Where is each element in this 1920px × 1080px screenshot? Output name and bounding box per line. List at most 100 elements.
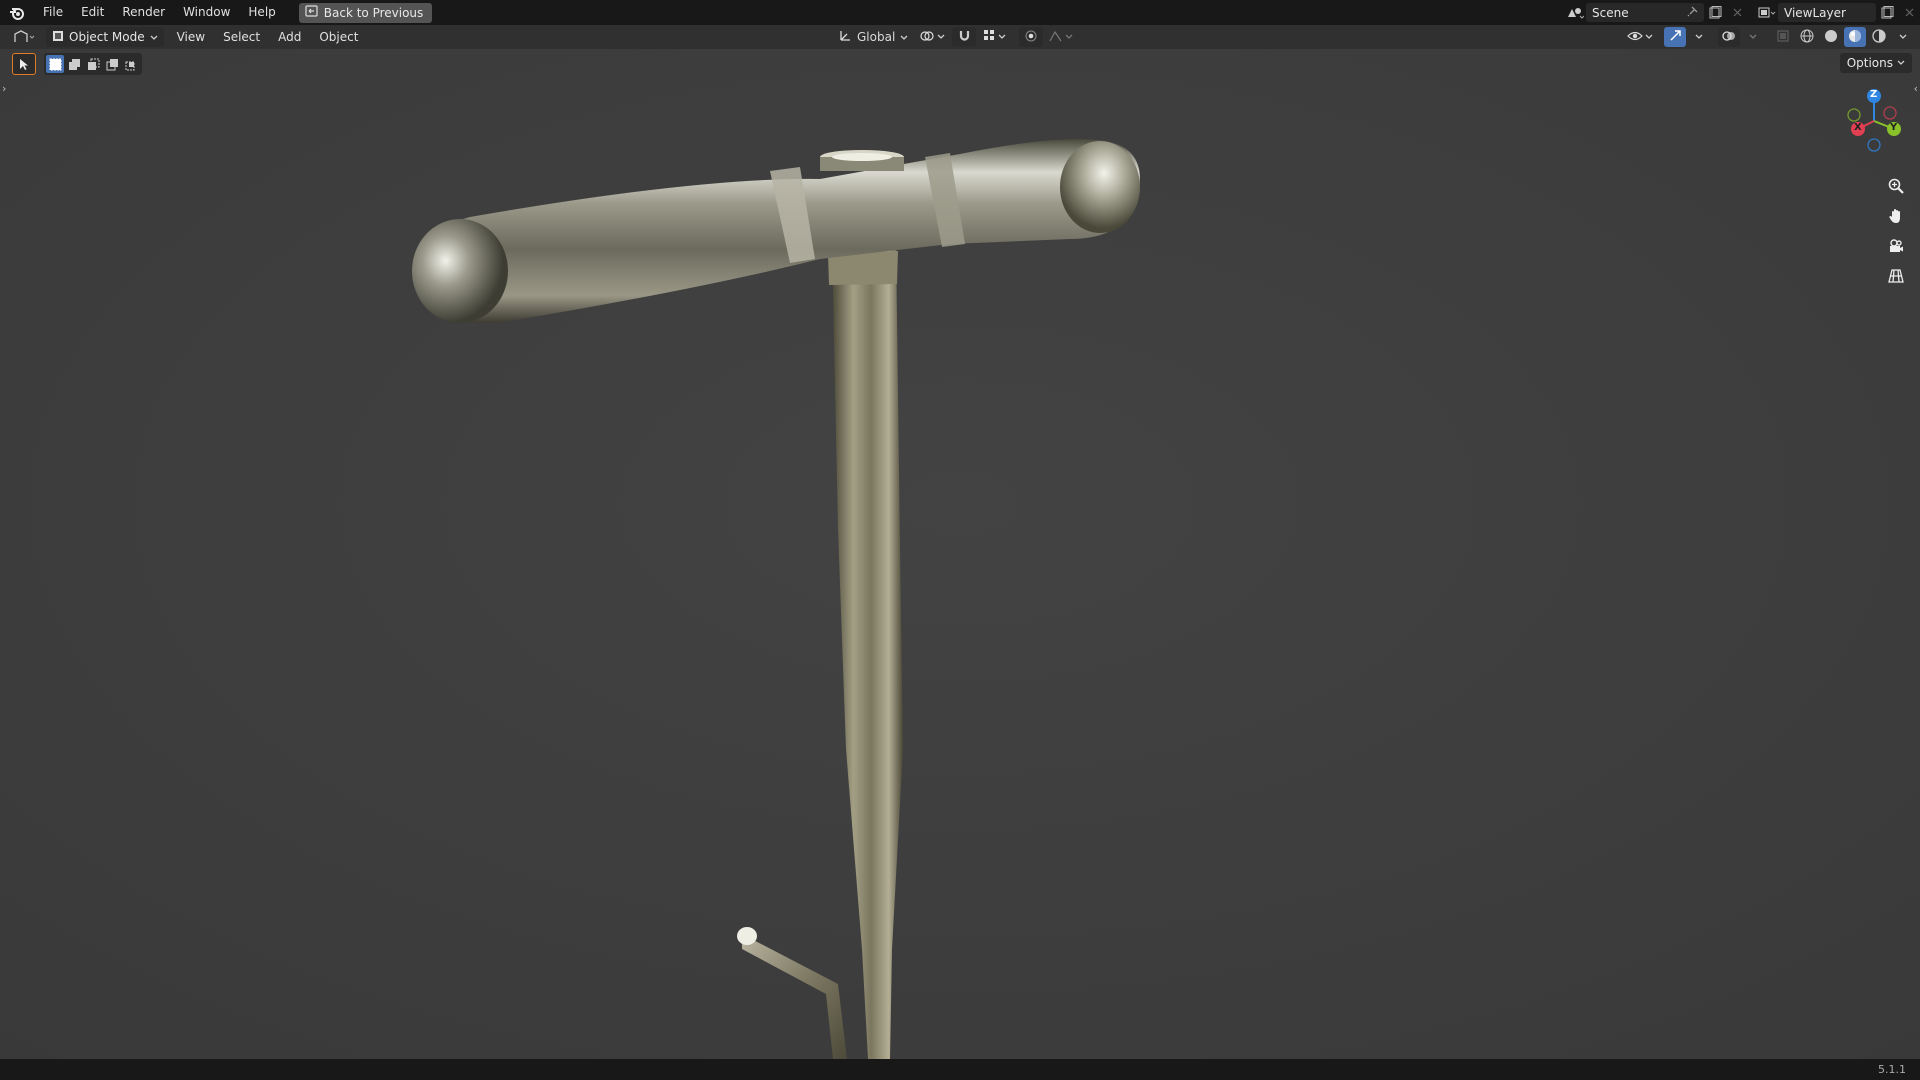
remove-scene-icon[interactable] [1726,3,1748,22]
cursor-arrow-icon [19,55,29,74]
pivot-point-dropdown[interactable] [916,27,948,47]
status-bar: 5.1.1 [0,1059,1920,1080]
pan-button[interactable] [1884,204,1908,228]
select-intersect-icon [125,61,134,70]
toggle-perspective-button[interactable] [1884,264,1908,288]
view-layer-name: ViewLayer [1784,5,1846,20]
snap-grid-icon [983,29,996,45]
wireframe-sphere-icon [1800,29,1814,46]
gizmo-options-dropdown[interactable] [1688,27,1710,47]
xray-icon [1777,30,1789,45]
back-to-previous-label: Back to Previous [323,5,424,20]
orientation-axes-icon [839,29,852,45]
menu-view[interactable]: View [168,30,214,44]
chevron-down-icon [1899,34,1907,39]
selection-mode-group [44,53,142,75]
select-invert-button[interactable] [103,55,121,73]
chevron-down-icon [900,30,908,44]
menu-window[interactable]: Window [174,0,239,25]
tool-settings-row [12,53,142,75]
select-subtract-button[interactable] [84,55,102,73]
viewport-display-tools [1624,25,1914,49]
material-sphere-icon [1848,29,1862,46]
scene-name: Scene [1592,5,1629,20]
menu-edit[interactable]: Edit [72,0,113,25]
select-invert-icon [106,58,118,70]
camera-view-button[interactable] [1884,234,1908,258]
shading-options-dropdown[interactable] [1892,27,1914,47]
editor-type-icon[interactable] [10,27,40,47]
3d-model-render[interactable] [0,49,1920,1059]
new-view-layer-icon[interactable] [1876,3,1898,22]
workspace-selectors: Scene ViewLayer [1564,0,1920,25]
camera-icon [1890,239,1903,252]
scene-name-field[interactable]: Scene [1586,3,1704,22]
menu-add[interactable]: Add [269,30,310,44]
menu-render[interactable]: Render [113,0,174,25]
proportional-editing-button[interactable] [1019,27,1044,47]
pin-icon[interactable] [1687,6,1698,20]
transform-orientation-label: Global [857,30,896,44]
select-new-icon [49,58,61,70]
pivot-icon [919,29,935,46]
menu-select[interactable]: Select [214,30,269,44]
select-tool-button[interactable] [12,53,36,75]
snap-toggle-button[interactable] [952,27,977,47]
shading-material-button[interactable] [1844,27,1866,47]
object-mode-label: Object Mode [69,30,145,44]
chevron-down-icon [1065,34,1073,39]
back-to-previous-button[interactable]: Back to Previous [298,2,433,23]
new-scene-icon[interactable] [1704,3,1726,22]
overlays-icon [1722,29,1736,46]
navigation-gizmo[interactable]: Z Y X [1842,87,1906,163]
select-extend-button[interactable] [65,55,83,73]
menu-help[interactable]: Help [239,0,284,25]
xray-toggle-button[interactable] [1772,27,1794,47]
shading-wireframe-button[interactable] [1796,27,1818,47]
back-icon [305,5,318,20]
3d-viewport[interactable]: Options › ‹ Z Y X [0,49,1920,1059]
scene-type-icon[interactable] [1564,3,1586,22]
sidebar-expand-arrow-icon[interactable]: ‹ [1914,82,1918,95]
menu-object[interactable]: Object [310,30,367,44]
chevron-down-icon [150,30,158,44]
remove-view-layer-icon[interactable] [1898,3,1920,22]
shading-rendered-button[interactable] [1868,27,1890,47]
gizmo-x-label: X [1854,122,1862,133]
falloff-dropdown[interactable] [1047,27,1075,47]
view-layer-type-icon[interactable] [1756,3,1778,22]
transform-tools: Global [835,25,1075,49]
overlays-options-dropdown[interactable] [1742,27,1764,47]
chevron-down-icon [998,34,1006,39]
show-overlays-button[interactable] [1718,27,1740,47]
menu-file[interactable]: File [34,0,72,25]
toolbar-expand-arrow-icon[interactable]: › [2,82,6,95]
select-set-new-button[interactable] [46,55,64,73]
object-mode-icon [52,30,64,45]
gizmo-z-label: Z [1870,89,1878,100]
shading-solid-button[interactable] [1820,27,1842,47]
select-intersect-button[interactable] [122,55,140,73]
show-gizmo-button[interactable] [1664,27,1686,47]
magnet-icon [958,29,971,45]
solid-sphere-icon [1824,29,1838,46]
object-mode-dropdown[interactable]: Object Mode [46,27,164,47]
blender-logo-icon[interactable] [0,0,34,25]
chevron-down-icon [1749,34,1757,39]
top-bar: File Edit Render Window Help Back to Pre… [0,0,1920,25]
view-layer-field[interactable]: ViewLayer [1778,3,1876,22]
chevron-down-icon [1897,60,1905,65]
visibility-dropdown[interactable] [1624,27,1656,47]
rendered-sphere-icon [1872,28,1886,46]
zoom-icon [1888,178,1904,194]
pan-hand-icon [1889,209,1900,223]
gizmo-icon [1669,29,1682,45]
zoom-button[interactable] [1884,174,1908,198]
viewport-header: Object Mode View Select Add Object Globa… [0,25,1920,49]
snap-target-dropdown[interactable] [980,27,1009,47]
falloff-curve-icon [1049,30,1063,45]
options-dropdown[interactable]: Options [1839,53,1912,73]
select-extend-icon [68,58,80,70]
transform-orientation-dropdown[interactable]: Global [835,27,912,47]
chevron-down-icon [937,34,945,39]
